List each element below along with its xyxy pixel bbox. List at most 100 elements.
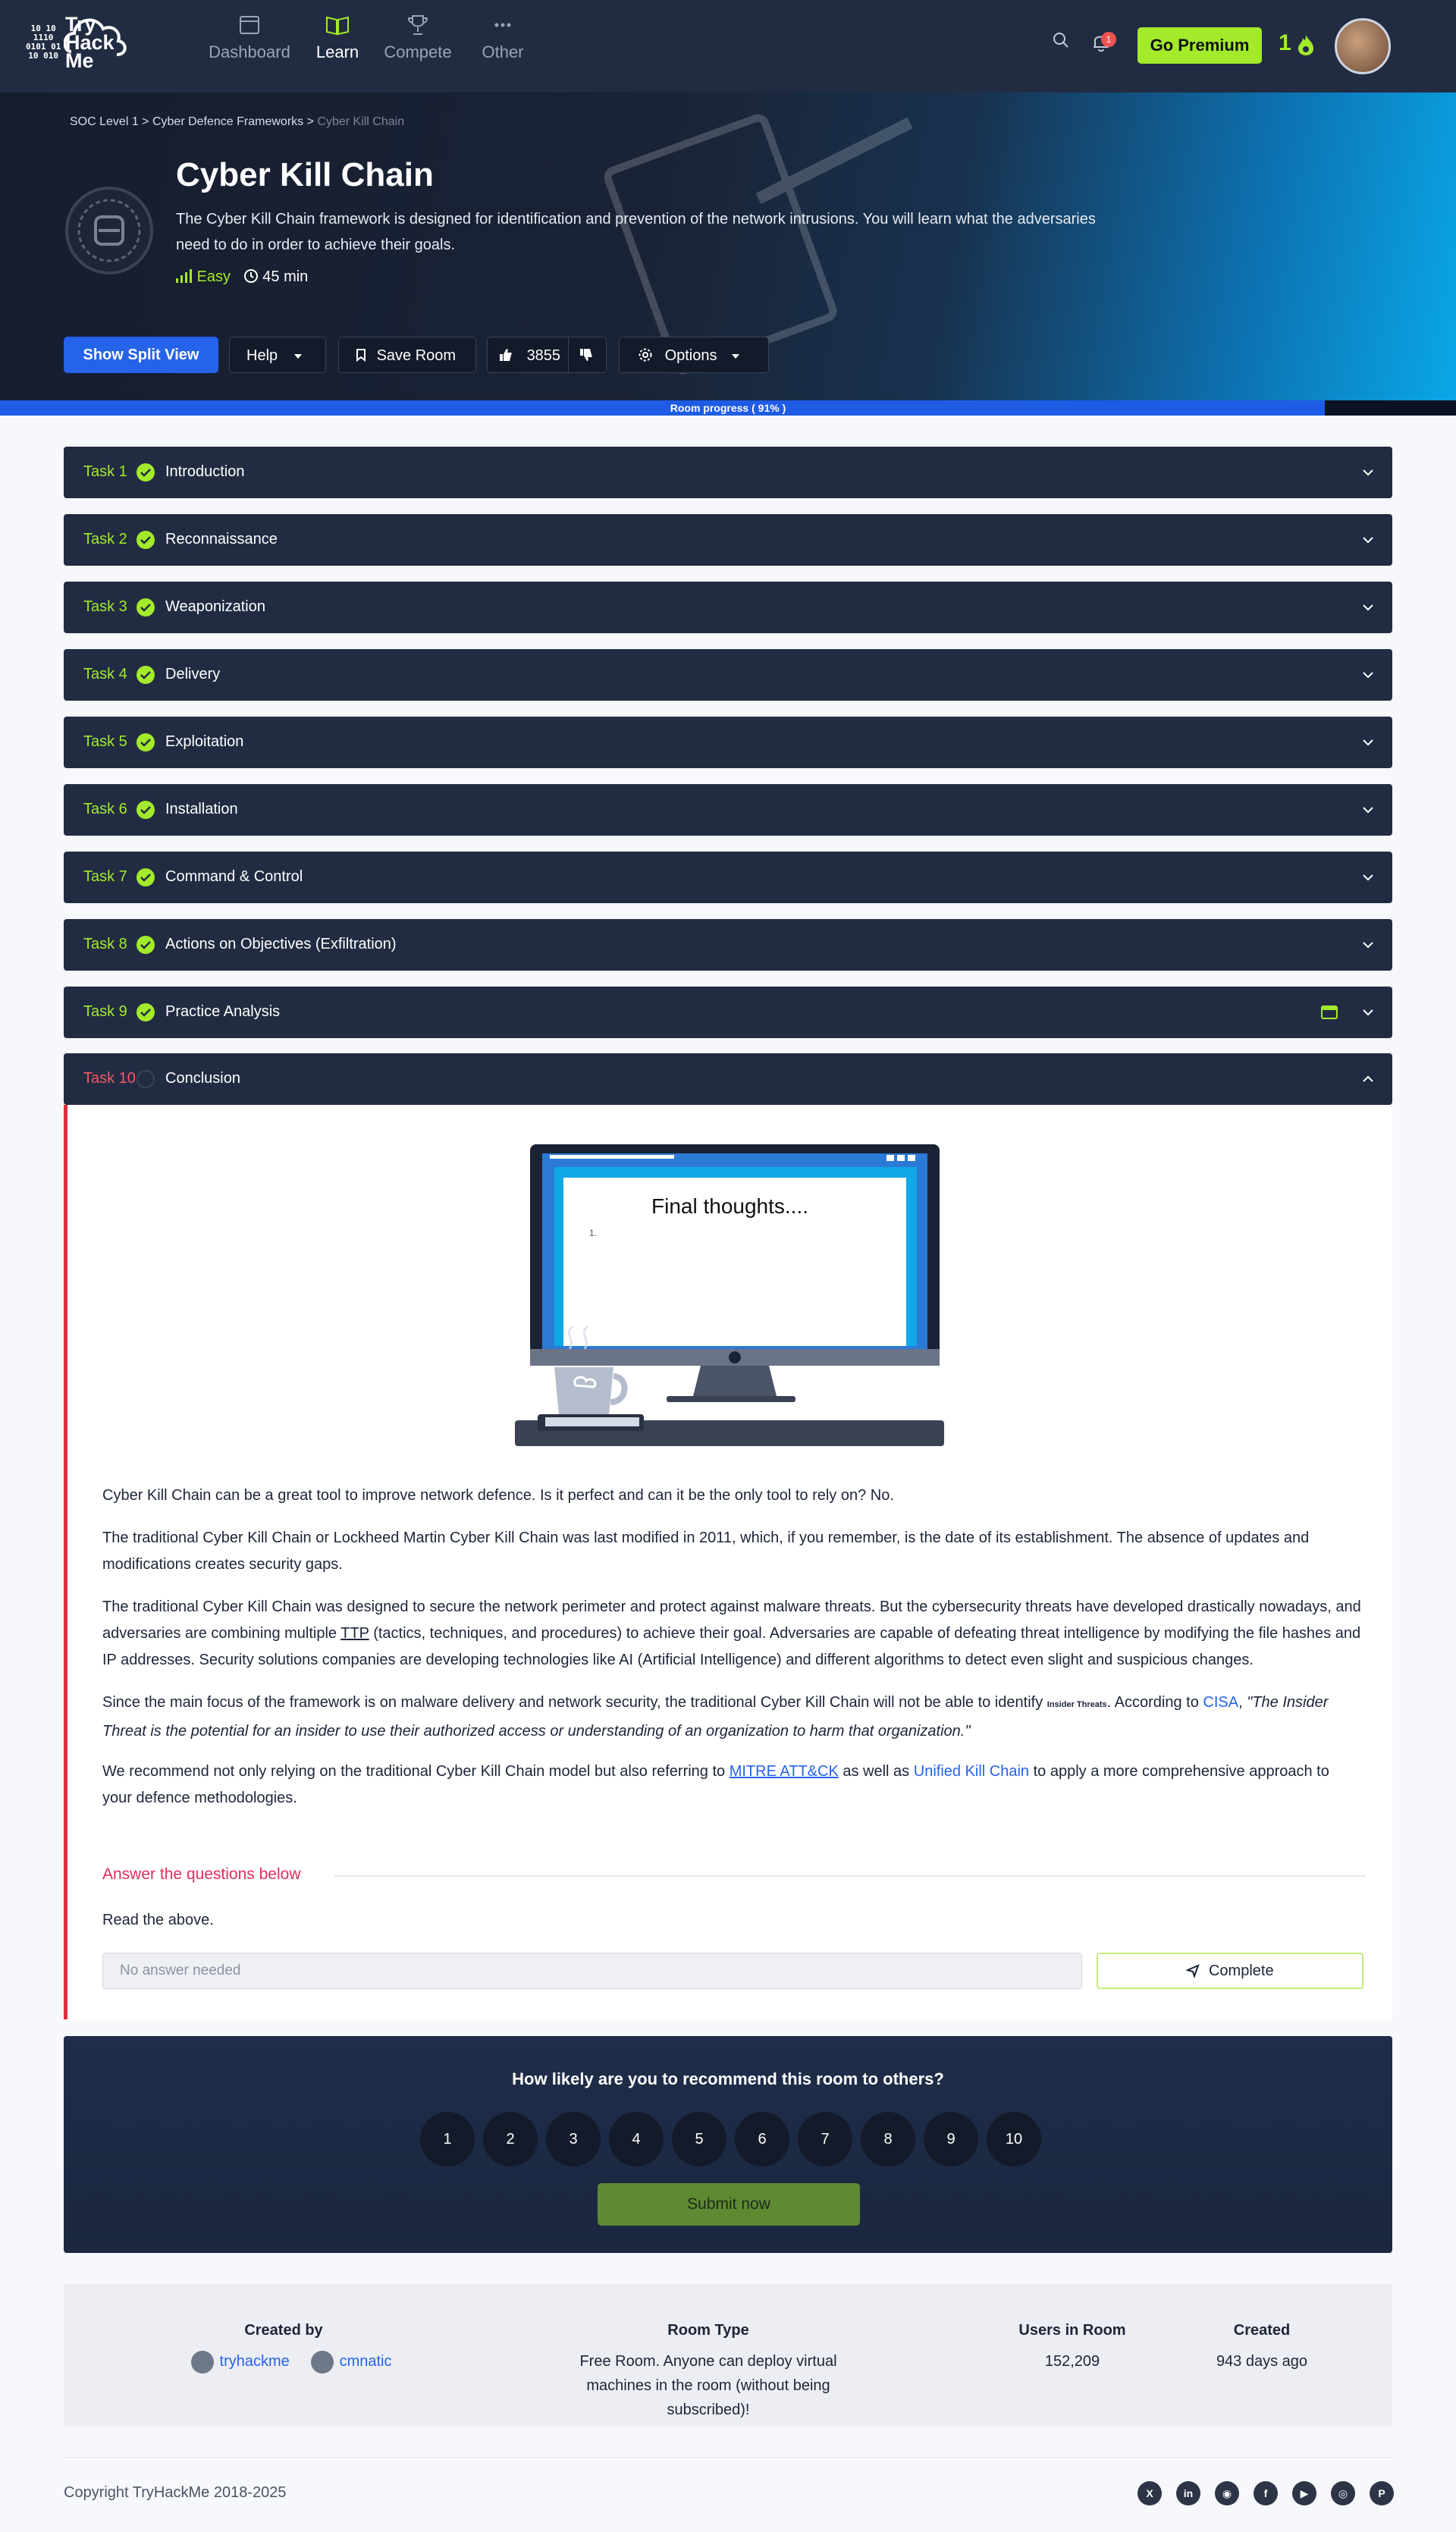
x-icon[interactable]: X xyxy=(1138,2481,1162,2505)
rating-option-5[interactable]: 5 xyxy=(672,2112,726,2166)
footer-divider xyxy=(64,2457,1392,2458)
chevron-down-icon[interactable] xyxy=(1360,532,1376,548)
chevron-down-icon[interactable] xyxy=(1360,465,1376,480)
task-7-header[interactable]: Task 7 Command & Control xyxy=(64,852,1392,903)
chevron-down-icon[interactable] xyxy=(1360,937,1376,952)
task-3-header[interactable]: Task 3 Weaponization xyxy=(64,582,1392,633)
linkedin-icon[interactable]: in xyxy=(1176,2481,1200,2505)
logo-binary: 10 10 1110 0101 01 10 010 xyxy=(26,24,61,61)
machine-icon[interactable] xyxy=(1321,1005,1338,1020)
clock-icon xyxy=(243,269,258,283)
discord-icon[interactable]: ◉ xyxy=(1215,2481,1239,2505)
task-complete-check-icon xyxy=(136,733,155,751)
rating-option-10[interactable]: 10 xyxy=(987,2112,1041,2166)
breadcrumb-current: Cyber Kill Chain xyxy=(317,115,405,128)
caret-down-icon xyxy=(293,354,302,359)
youtube-icon[interactable]: ▶ xyxy=(1292,2481,1316,2505)
nav-learn[interactable]: Learn xyxy=(296,14,379,62)
options-dropdown[interactable]: Options xyxy=(619,337,769,373)
rating-option-7[interactable]: 7 xyxy=(798,2112,852,2166)
save-room-button[interactable]: Save Room xyxy=(338,337,476,373)
task-number: Task 6 xyxy=(83,801,127,817)
rating-option-6[interactable]: 6 xyxy=(735,2112,789,2166)
task-title: Weaponization xyxy=(165,598,265,615)
creator-link-cmnatic[interactable]: cmnatic xyxy=(340,2353,392,2370)
final-thoughts-illustration xyxy=(515,1144,944,1446)
instagram-icon[interactable]: ◎ xyxy=(1331,2481,1355,2505)
nav-other[interactable]: Other xyxy=(461,14,544,62)
thumbs-down-button[interactable] xyxy=(579,337,594,374)
complete-button[interactable]: Complete xyxy=(1097,1953,1363,1989)
creator-avatar xyxy=(190,2350,214,2374)
chevron-down-icon[interactable] xyxy=(1360,802,1376,817)
help-dropdown[interactable]: Help xyxy=(229,337,326,373)
room-type-label: Room Type xyxy=(667,2322,749,2339)
caret-down-icon xyxy=(732,354,740,359)
submit-rating-button[interactable]: Submit now xyxy=(598,2183,860,2226)
task-9-header[interactable]: Task 9 Practice Analysis xyxy=(64,987,1392,1038)
show-split-view-button[interactable]: Show Split View xyxy=(64,337,218,373)
logo-text[interactable]: Try Hack Me xyxy=(65,14,115,71)
task-2-header[interactable]: Task 2 Reconnaissance xyxy=(64,514,1392,566)
task-number: Task 8 xyxy=(83,936,127,952)
nav-dashboard[interactable]: Dashboard xyxy=(208,14,291,62)
go-premium-button[interactable]: Go Premium xyxy=(1138,27,1262,64)
thumbs-up-button[interactable]: 3855 xyxy=(498,337,560,374)
creator-link-tryhackme[interactable]: tryhackme xyxy=(220,2353,290,2370)
nav-compete[interactable]: Compete xyxy=(376,14,460,62)
chevron-down-icon[interactable] xyxy=(1360,1005,1376,1020)
task-number: Task 7 xyxy=(83,868,127,885)
duration-label: 45 min xyxy=(262,268,309,285)
task-8-header[interactable]: Task 8 Actions on Objectives (Exfiltratio… xyxy=(64,919,1392,971)
rating-option-2[interactable]: 2 xyxy=(483,2112,538,2166)
paragraph-5: We recommend not only relying on the tra… xyxy=(102,1763,1329,1806)
notification-badge: 1 xyxy=(1101,32,1116,47)
task-1-header[interactable]: Task 1 Introduction xyxy=(64,447,1392,498)
task-6-header[interactable]: Task 6 Installation xyxy=(64,784,1392,836)
chevron-down-icon[interactable] xyxy=(1360,870,1376,885)
cisa-link[interactable]: CISA xyxy=(1203,1694,1238,1711)
task-10-header[interactable]: Task 10 Conclusion xyxy=(64,1053,1392,1105)
room-info-panel: Created by tryhackme cmnatic Room Type F… xyxy=(64,2284,1392,2427)
task-complete-check-icon xyxy=(136,868,155,886)
task-number: Task 10 xyxy=(83,1070,136,1087)
task-complete-check-icon xyxy=(136,1003,155,1021)
rating-option-3[interactable]: 3 xyxy=(546,2112,601,2166)
gear-icon xyxy=(639,348,652,362)
likes-count: 3855 xyxy=(526,347,561,364)
chevron-down-icon[interactable] xyxy=(1360,600,1376,615)
chevron-down-icon[interactable] xyxy=(1360,735,1376,750)
book-icon xyxy=(326,16,349,36)
breadcrumb-cyber-defence-frameworks[interactable]: Cyber Defence Frameworks xyxy=(152,115,303,128)
chevron-down-icon[interactable] xyxy=(1360,667,1376,682)
unified-kill-chain-link[interactable]: Unified Kill Chain xyxy=(914,1763,1029,1780)
top-navbar: 10 10 1110 0101 01 10 010 Try Hack Me Dashboa… xyxy=(0,0,1456,93)
ttp-abbr: TTP xyxy=(340,1625,369,1642)
created-label: Created xyxy=(1233,2322,1291,2339)
user-avatar[interactable] xyxy=(1335,18,1391,74)
facebook-icon[interactable]: f xyxy=(1254,2481,1278,2505)
pinterest-icon[interactable]: P xyxy=(1370,2481,1394,2505)
mitre-attack-link[interactable]: MITRE ATT&CK xyxy=(730,1763,839,1780)
task-10-content: Final thoughts.... 1. Cyber Kill Chain c… xyxy=(64,1105,1392,2019)
search-icon[interactable] xyxy=(1051,30,1071,50)
task-4-header[interactable]: Task 4 Delivery xyxy=(64,649,1392,701)
rating-option-4[interactable]: 4 xyxy=(609,2112,664,2166)
rating-option-9[interactable]: 9 xyxy=(924,2112,978,2166)
room-icon xyxy=(65,187,153,275)
rating-option-1[interactable]: 1 xyxy=(420,2112,475,2166)
task-number: Task 3 xyxy=(83,598,127,615)
answer-input[interactable]: No answer needed xyxy=(102,1953,1082,1989)
insider-threats-term: Insider Threats xyxy=(1046,1700,1107,1709)
room-header: SOC Level 1 > Cyber Defence Frameworks >… xyxy=(0,93,1456,400)
task-5-header[interactable]: Task 5 Exploitation xyxy=(64,717,1392,768)
chain-icon xyxy=(77,199,141,262)
breadcrumb-soc-level-1[interactable]: SOC Level 1 xyxy=(70,115,139,128)
thumbs-down-icon xyxy=(580,349,592,361)
question-text: Read the above. xyxy=(102,1912,214,1928)
rating-option-8[interactable]: 8 xyxy=(861,2112,915,2166)
chevron-up-icon[interactable] xyxy=(1360,1071,1376,1087)
breadcrumb: SOC Level 1 > Cyber Defence Frameworks >… xyxy=(70,115,405,128)
task-title: Exploitation xyxy=(165,733,244,750)
room-type-value: Free Room. Anyone can deploy virtual mac… xyxy=(579,2353,837,2418)
